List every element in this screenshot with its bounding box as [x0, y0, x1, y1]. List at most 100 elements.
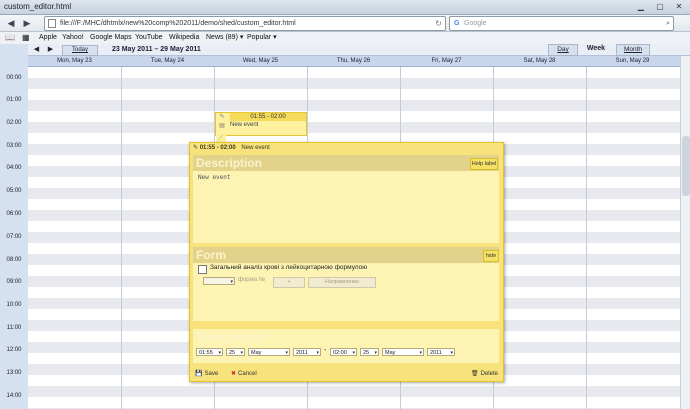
time-label: 12:00 [6, 347, 22, 353]
bookmark-wikipedia[interactable]: Wikipedia [169, 32, 199, 44]
form-title: Form [196, 248, 226, 262]
day-header[interactable]: Sun, May 29 [586, 56, 679, 66]
bookmark-youtube[interactable]: YouTube [135, 32, 163, 44]
event-time: 01:55 - 02:00 [230, 113, 306, 121]
plus-button[interactable]: + [273, 277, 305, 288]
description-textarea[interactable]: New event [198, 174, 231, 181]
time-label: 01:00 [6, 97, 22, 103]
details-icon[interactable]: ▤ [217, 122, 227, 130]
grid-icon[interactable]: ▦ [22, 32, 30, 44]
address-url: file:///F:/MHC/dhtmlx/new%20comp%202011/… [60, 20, 296, 27]
bookmark-yahoo[interactable]: Yahoo! [62, 32, 84, 44]
period-separator: - [324, 347, 327, 354]
bookmark-google-maps[interactable]: Google Maps [90, 32, 132, 44]
calendar-event[interactable]: ✎ ▤ 01:55 - 02:00 New event [215, 112, 307, 136]
tab-month[interactable]: Month [616, 44, 650, 56]
save-button[interactable]: 💾 Save [195, 369, 218, 379]
time-label: 10:00 [6, 302, 22, 308]
day-headers: Mon, May 23 Tue, May 24 Wed, May 25 Thu,… [28, 56, 680, 67]
close-icon[interactable]: ✕ [670, 1, 688, 12]
time-label: 02:00 [6, 120, 22, 126]
tab-week[interactable]: Week [583, 44, 609, 54]
direction-button[interactable]: Направление [308, 277, 376, 288]
lightbox-actions: 💾 Save ✖ Cancel 🗑 Delete [190, 367, 503, 381]
bookmark-news[interactable]: News (89) ▾ [206, 32, 243, 44]
browser-toolbar: ◀ ▶ file:///F:/MHC/dhtmlx/new%20comp%202… [0, 15, 690, 32]
next-week-icon[interactable]: ▶ [45, 45, 56, 54]
search-icon[interactable]: ⌕ [666, 17, 670, 30]
description-section: Description Help label New event [193, 155, 499, 243]
time-label: 08:00 [6, 257, 22, 263]
back-icon[interactable]: ◀ [4, 17, 18, 29]
chevron-down-icon: ▾ [230, 279, 233, 285]
vertical-scrollbar[interactable] [680, 56, 690, 409]
prev-week-icon[interactable]: ◀ [31, 45, 42, 54]
scrollbar-thumb[interactable] [682, 136, 690, 196]
lightbox-event-text: New event [241, 145, 270, 151]
time-label: 04:00 [6, 165, 22, 171]
lightbox-time: 01:55 - 02:00 [199, 145, 236, 151]
end-year-select[interactable]: 2011 ▾ [427, 348, 455, 356]
time-label: 13:00 [6, 370, 22, 376]
day-header[interactable]: Wed, May 25 [214, 56, 307, 66]
start-day-select[interactable]: 25 ▾ [226, 348, 245, 356]
pencil-icon: ✎ [193, 145, 199, 151]
save-icon: 💾 [195, 371, 203, 377]
time-label: 09:00 [6, 279, 22, 285]
day-header[interactable]: Sat, May 28 [493, 56, 586, 66]
page-icon [48, 19, 56, 28]
form-section: Form hide Загальний аналіз крові з лейко… [193, 247, 499, 321]
date-range: 23 May 2011 – 29 May 2011 [112, 46, 201, 53]
tab-day[interactable]: Day [548, 44, 578, 56]
search-input[interactable]: G Google ⌕ [449, 16, 674, 31]
bookmark-apple[interactable]: Apple [39, 32, 57, 44]
resize-icon[interactable]: ⟋ [216, 134, 226, 142]
search-placeholder: Google [464, 20, 487, 27]
edit-icon[interactable]: ✎ [217, 113, 227, 121]
hide-button[interactable]: hide [483, 250, 499, 262]
time-label: 05:00 [6, 188, 22, 194]
time-label: 11:00 [6, 325, 22, 331]
lightbox-title: ✎ 01:55 - 02:00 New event [193, 144, 270, 153]
forma-select[interactable]: ▾ [203, 277, 235, 285]
start-month-select[interactable]: May ▾ [248, 348, 290, 356]
reload-icon[interactable]: ↻ [435, 17, 442, 30]
address-bar[interactable]: file:///F:/MHC/dhtmlx/new%20comp%202011/… [44, 16, 446, 31]
maximize-icon[interactable]: ▢ [651, 1, 669, 12]
today-button[interactable]: Today [62, 45, 98, 56]
time-period-section: Time period 01:55 ▾ 25 ▾ May ▾ 2011 ▾ - 02:0… [193, 329, 499, 363]
minimize-icon[interactable]: ▁ [632, 1, 650, 12]
day-header[interactable]: Mon, May 23 [28, 56, 121, 66]
time-period-title: Time period [196, 330, 264, 344]
forward-icon[interactable]: ▶ [20, 17, 34, 29]
time-period-header: Time period [193, 329, 499, 345]
window-titlebar: custom_editor.html ▁ ▢ ✕ [0, 0, 690, 15]
time-label: 07:00 [6, 234, 22, 240]
scheduler-nav: ◀ ▶ Today 23 May 2011 – 29 May 2011 Day … [28, 44, 690, 56]
description-header: Description Help label [193, 155, 499, 171]
cancel-icon: ✖ [231, 371, 237, 377]
time-label: 06:00 [6, 211, 22, 217]
cancel-button[interactable]: ✖ Cancel [231, 369, 257, 379]
day-header[interactable]: Thu, May 26 [307, 56, 400, 66]
start-year-select[interactable]: 2011 ▾ [293, 348, 321, 356]
bookmark-popular[interactable]: Popular ▾ [247, 32, 277, 44]
help-label-button[interactable]: Help label [470, 158, 498, 170]
end-month-select[interactable]: May ▾ [382, 348, 424, 356]
analysis-checkbox[interactable] [198, 265, 207, 274]
end-time-select[interactable]: 02:00 ▾ [330, 348, 357, 356]
analysis-checkbox-label: Загальний аналіз крові з лейкоцитарною ф… [210, 264, 368, 271]
day-header[interactable]: Tue, May 24 [121, 56, 214, 66]
forma-label: форма № [238, 277, 266, 283]
book-icon[interactable]: 📖 [5, 32, 15, 44]
delete-button[interactable]: 🗑 Delete [471, 369, 498, 379]
event-editor-lightbox: ✎ 01:55 - 02:00 New event Description He… [189, 142, 504, 382]
column-divider [586, 67, 587, 409]
start-time-select[interactable]: 01:55 ▾ [196, 348, 223, 356]
end-day-select[interactable]: 25 ▾ [360, 348, 379, 356]
column-divider [121, 67, 122, 409]
time-label: 14:00 [6, 393, 22, 399]
time-label: 00:00 [6, 75, 22, 81]
day-header[interactable]: Fri, May 27 [400, 56, 493, 66]
form-header: Form hide [193, 247, 499, 263]
